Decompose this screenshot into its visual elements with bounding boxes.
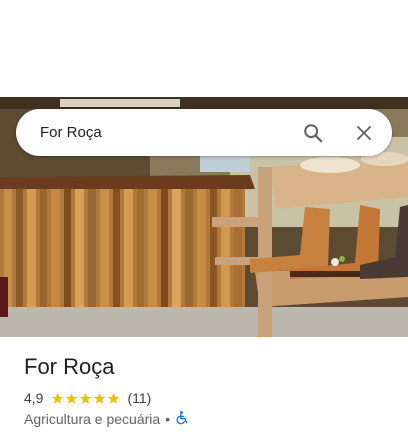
rating-value: 4,9 [24, 390, 44, 406]
place-title: For Roça [24, 354, 115, 379]
search-input[interactable]: For Roça [40, 124, 295, 141]
category-row: Agricultura e pecuária • [24, 410, 189, 428]
star-icon [66, 392, 78, 404]
star-icon [108, 392, 120, 404]
place-category: Agricultura e pecuária [24, 411, 161, 427]
star-icon [80, 392, 92, 404]
star-rating [51, 392, 121, 405]
star-icon [52, 392, 64, 404]
separator-dot: • [165, 411, 171, 427]
blank-header-area [0, 0, 408, 97]
star-icon [94, 392, 106, 404]
search-icon[interactable] [295, 115, 331, 151]
close-icon[interactable] [346, 115, 382, 151]
rating-row[interactable]: 4,9 (11) [24, 389, 151, 407]
review-count[interactable]: (11) [127, 390, 151, 406]
wheelchair-icon [175, 410, 189, 428]
search-bar[interactable]: For Roça [16, 109, 392, 156]
